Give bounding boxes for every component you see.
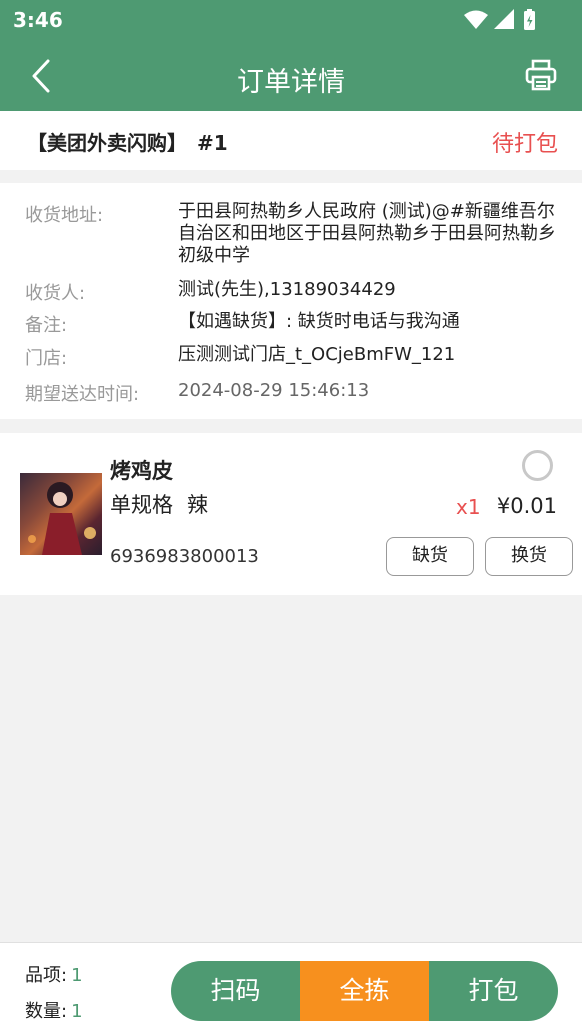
pack-button[interactable]: 打包 xyxy=(429,961,558,1021)
check-circle-icon[interactable] xyxy=(522,450,553,481)
action-button-group: 扫码 全拣 打包 xyxy=(171,961,558,1021)
order-platform: 【美团外卖闪购】 xyxy=(27,131,187,155)
goods-quantity: x1 xyxy=(456,495,481,519)
items-count-label: 品项: xyxy=(25,965,68,986)
quantity-count-value: 1 xyxy=(71,1001,83,1022)
goods-spec: 单规格辣 xyxy=(110,489,208,519)
remark-value: 【如遇缺货】: 缺货时电话与我沟通 xyxy=(178,311,460,332)
battery-icon xyxy=(524,9,535,30)
goods-image xyxy=(20,473,102,555)
store-label: 门店: xyxy=(25,348,68,369)
replace-goods-button[interactable]: 换货 xyxy=(485,537,573,576)
status-bar: 3:46 xyxy=(0,0,582,40)
goods-name: 烤鸡皮 xyxy=(110,459,173,483)
status-time: 3:46 xyxy=(13,8,63,32)
quantity-count-label: 数量: xyxy=(25,1001,68,1022)
order-source: 【美团外卖闪购】 #1 xyxy=(27,127,228,156)
receiver-label: 收货人: xyxy=(25,283,86,304)
address-row: 收货地址: 于田县阿热勒乡人民政府 (测试)@#新疆维吾尔自治区和田地区于田县阿… xyxy=(25,201,560,271)
goods-price: ¥0.01 xyxy=(496,494,557,518)
pick-all-button[interactable]: 全拣 xyxy=(300,961,429,1021)
goods-flavor: 辣 xyxy=(187,493,208,517)
goods-barcode: 6936983800013 xyxy=(110,546,259,567)
delivery-time-label: 期望送达时间: xyxy=(25,384,140,405)
goods-image-art xyxy=(28,482,96,555)
remark-label: 备注: xyxy=(25,315,68,336)
status-icons xyxy=(464,9,535,30)
goods-item: 烤鸡皮 单规格辣 6936983800013 x1 ¥0.01 缺货 换货 xyxy=(0,433,582,595)
store-value: 压测测试门店_t_OCjeBmFW_121 xyxy=(178,344,456,365)
address-value: 于田县阿热勒乡人民政府 (测试)@#新疆维吾尔自治区和田地区于田县阿热勒乡于田县… xyxy=(178,201,556,266)
order-header: 【美团外卖闪购】 #1 待打包 xyxy=(0,111,582,170)
scan-button[interactable]: 扫码 xyxy=(171,961,300,1021)
page-title: 订单详情 xyxy=(237,67,345,98)
printer-icon[interactable] xyxy=(524,58,558,92)
items-count-value: 1 xyxy=(71,965,83,986)
order-status: 待打包 xyxy=(491,132,558,157)
goods-spec-label: 单规格 xyxy=(110,493,173,517)
out-of-stock-button[interactable]: 缺货 xyxy=(386,537,474,576)
address-label: 收货地址: xyxy=(25,205,104,226)
signal-icon xyxy=(494,9,514,29)
wifi-icon xyxy=(464,10,488,29)
delivery-info-card: 收货地址: 于田县阿热勒乡人民政府 (测试)@#新疆维吾尔自治区和田地区于田县阿… xyxy=(0,183,582,419)
bottom-action-bar: 品项: 1 数量: 1 扫码 全拣 打包 xyxy=(0,942,582,1036)
quantity-count: 数量: 1 xyxy=(25,997,83,1023)
delivery-time-value: 2024-08-29 15:46:13 xyxy=(178,380,370,401)
receiver-value: 测试(先生),13189034429 xyxy=(178,279,396,300)
items-count: 品项: 1 xyxy=(25,961,83,987)
order-number: #1 xyxy=(197,131,228,155)
app-bar: 订单详情 xyxy=(0,40,582,111)
